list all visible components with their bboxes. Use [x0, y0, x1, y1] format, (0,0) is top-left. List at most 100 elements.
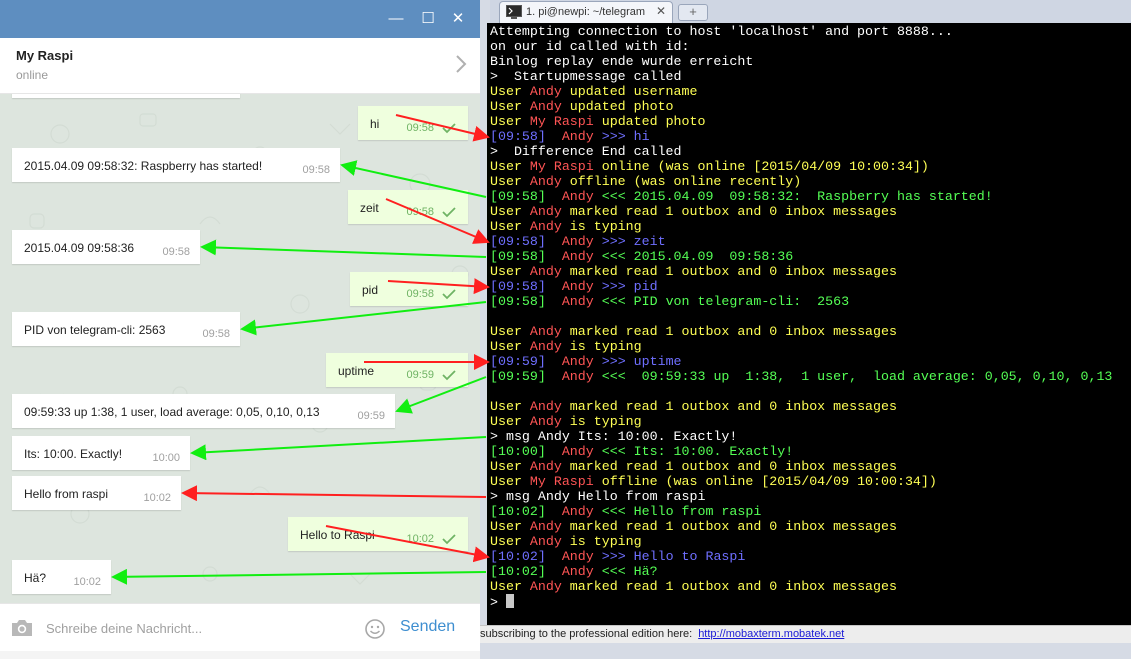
message-time: 09:59: [406, 369, 434, 381]
telegram-titlebar: — ☐ ✕: [0, 0, 480, 38]
emoji-icon[interactable]: [364, 618, 386, 640]
terminal-line: [09:58] Andy >>> pid: [490, 279, 1112, 294]
terminal-text-segment: [09:59]: [490, 369, 546, 384]
terminal-text-segment: User: [490, 474, 530, 489]
message-time: 10:02: [406, 533, 434, 545]
message-text: Its: 10:00. Exactly!: [24, 447, 123, 461]
message-text: 2015.04.09 09:58:36: [24, 241, 135, 255]
message-time: 09:58: [406, 206, 434, 218]
terminal-text-segment: Andy: [529, 414, 562, 429]
message-text: pid: [362, 283, 379, 297]
terminal-text-segment: > Startupmessage called: [490, 69, 682, 84]
terminal-text-segment: Andy: [545, 234, 594, 249]
terminal-line: User Andy is typing: [490, 414, 1112, 429]
message-text: uptime: [338, 364, 375, 378]
terminal-line: [09:59] Andy >>> uptime: [490, 354, 1112, 369]
terminal-text-segment: User: [490, 264, 530, 279]
terminal-line: > msg Andy Hello from raspi: [490, 489, 1112, 504]
message-bubble-outgoing[interactable]: pid 09:58: [350, 272, 468, 306]
terminal-line: User My Raspi offline (was online [2015/…: [490, 474, 1112, 489]
message-time: 09:58: [406, 288, 434, 300]
terminal-text-segment: >>> pid: [593, 279, 658, 294]
terminal-text-segment: >: [490, 595, 506, 610]
terminal-text-segment: on our id called with id:: [490, 39, 690, 54]
terminal-text-segment: [09:58]: [490, 279, 546, 294]
message-bubble-incoming[interactable]: 2015.04.09 09:58:36 09:58: [12, 230, 200, 264]
terminal-line: [09:58] Andy <<< PID von telegram-cli: 2…: [490, 294, 1112, 309]
terminal-text-segment: Andy: [529, 219, 562, 234]
message-bubble-incoming[interactable]: Its: 10:00. Exactly! 10:00: [12, 436, 190, 470]
message-bubble-incoming[interactable]: PID von telegram-cli: 2563 09:58: [12, 312, 240, 346]
message-input[interactable]: [46, 614, 346, 642]
terminal-text-segment: Andy: [529, 339, 562, 354]
terminal-line: [10:02] Andy >>> Hello to Raspi: [490, 549, 1112, 564]
terminal-text-segment: >>> zeit: [593, 234, 666, 249]
terminal-line: [10:02] Andy <<< Hello from raspi: [490, 504, 1112, 519]
message-time: 09:58: [202, 328, 230, 340]
status-link[interactable]: http://mobaxterm.mobatek.net: [698, 628, 844, 640]
terminal-line: User Andy is typing: [490, 219, 1112, 234]
terminal-text-segment: User: [490, 159, 530, 174]
chevron-right-icon[interactable]: [454, 52, 468, 76]
terminal-text-segment: > msg Andy Hello from raspi: [490, 489, 706, 504]
terminal-text-segment: Andy: [545, 444, 594, 459]
terminal-text-segment: Andy: [545, 279, 594, 294]
minimize-icon[interactable]: —: [386, 9, 406, 29]
terminal-text-segment: > Difference End called: [490, 144, 682, 159]
terminal-text-segment: [10:02]: [490, 564, 546, 579]
message-text: zeit: [360, 201, 379, 215]
terminal-text-segment: marked read 1 outbox and 0 inbox message…: [561, 399, 897, 414]
chat-header[interactable]: My Raspi online: [0, 38, 480, 94]
terminal-text-segment: Andy: [545, 549, 594, 564]
message-bubble-partial: [12, 94, 240, 98]
terminal-text-segment: My Raspi: [529, 474, 594, 489]
terminal-line: User Andy marked read 1 outbox and 0 inb…: [490, 399, 1112, 414]
terminal-text-segment: >>> hi: [593, 129, 650, 144]
terminal-text-segment: >>> uptime: [593, 354, 682, 369]
terminal-line: User Andy offline (was online recently): [490, 174, 1112, 189]
tab-close-icon[interactable]: ✕: [656, 4, 666, 18]
terminal-text-segment: User: [490, 519, 530, 534]
maximize-icon[interactable]: ☐: [418, 9, 438, 29]
terminal-text-segment: <<< 09:59:33 up 1:38, 1 user, load avera…: [593, 369, 1113, 384]
close-icon[interactable]: ✕: [448, 9, 468, 29]
message-time: 09:58: [406, 122, 434, 134]
terminal-tab[interactable]: 1. pi@newpi: ~/telegram ✕: [499, 1, 673, 23]
terminal-text-segment: Andy: [545, 294, 594, 309]
camera-icon[interactable]: [10, 618, 34, 638]
read-check-icon: [442, 289, 456, 300]
message-bubble-outgoing[interactable]: hi 09:58: [358, 106, 468, 140]
terminal-text-segment: Andy: [529, 534, 562, 549]
terminal-text-segment: is typing: [561, 219, 642, 234]
message-bubble-incoming[interactable]: Hä? 10:02: [12, 560, 111, 594]
terminal-output[interactable]: Attempting connection to host 'localhost…: [487, 23, 1131, 625]
terminal-text-segment: > msg Andy Its: 10:00. Exactly!: [490, 429, 738, 444]
message-time: 09:58: [162, 246, 190, 258]
terminal-text-segment: <<< Hello from raspi: [593, 504, 762, 519]
terminal-text-segment: Attempting connection to host 'localhost…: [490, 24, 953, 39]
terminal-text-segment: marked read 1 outbox and 0 inbox message…: [561, 459, 897, 474]
message-bubble-outgoing[interactable]: Hello to Raspi 10:02: [288, 517, 468, 551]
terminal-text-segment: marked read 1 outbox and 0 inbox message…: [561, 264, 897, 279]
terminal-text-segment: Binlog replay ende wurde erreicht: [490, 54, 754, 69]
chat-messages[interactable]: hi 09:58 2015.04.09 09:58:32: Raspberry ha…: [0, 94, 480, 603]
terminal-text-segment: My Raspi: [529, 159, 594, 174]
message-bubble-incoming[interactable]: 2015.04.09 09:58:32: Raspberry has start…: [12, 148, 340, 182]
send-button[interactable]: Senden: [400, 618, 455, 636]
terminal-text-segment: <<< Its: 10:00. Exactly!: [593, 444, 794, 459]
terminal-line: User Andy updated username: [490, 84, 1112, 99]
terminal-line: > Startupmessage called: [490, 69, 1112, 84]
message-bubble-incoming[interactable]: 09:59:33 up 1:38, 1 user, load average: …: [12, 394, 395, 428]
terminal-icon: [506, 5, 522, 19]
message-bubble-incoming[interactable]: Hello from raspi 10:02: [12, 476, 181, 510]
read-check-icon: [442, 370, 456, 381]
message-text: Hä?: [24, 571, 47, 585]
terminal-text-segment: User: [490, 414, 530, 429]
terminal-line: [09:58] Andy <<< 2015.04.09 09:58:36: [490, 249, 1112, 264]
terminal-line: [09:59] Andy <<< 09:59:33 up 1:38, 1 use…: [490, 369, 1112, 384]
new-tab-button[interactable]: +: [678, 4, 708, 21]
terminal-text-segment: <<< PID von telegram-cli: 2563: [593, 294, 850, 309]
read-check-icon: [442, 534, 456, 545]
message-bubble-outgoing[interactable]: uptime 09:59: [326, 353, 468, 387]
message-bubble-outgoing[interactable]: zeit 09:58: [348, 190, 468, 224]
